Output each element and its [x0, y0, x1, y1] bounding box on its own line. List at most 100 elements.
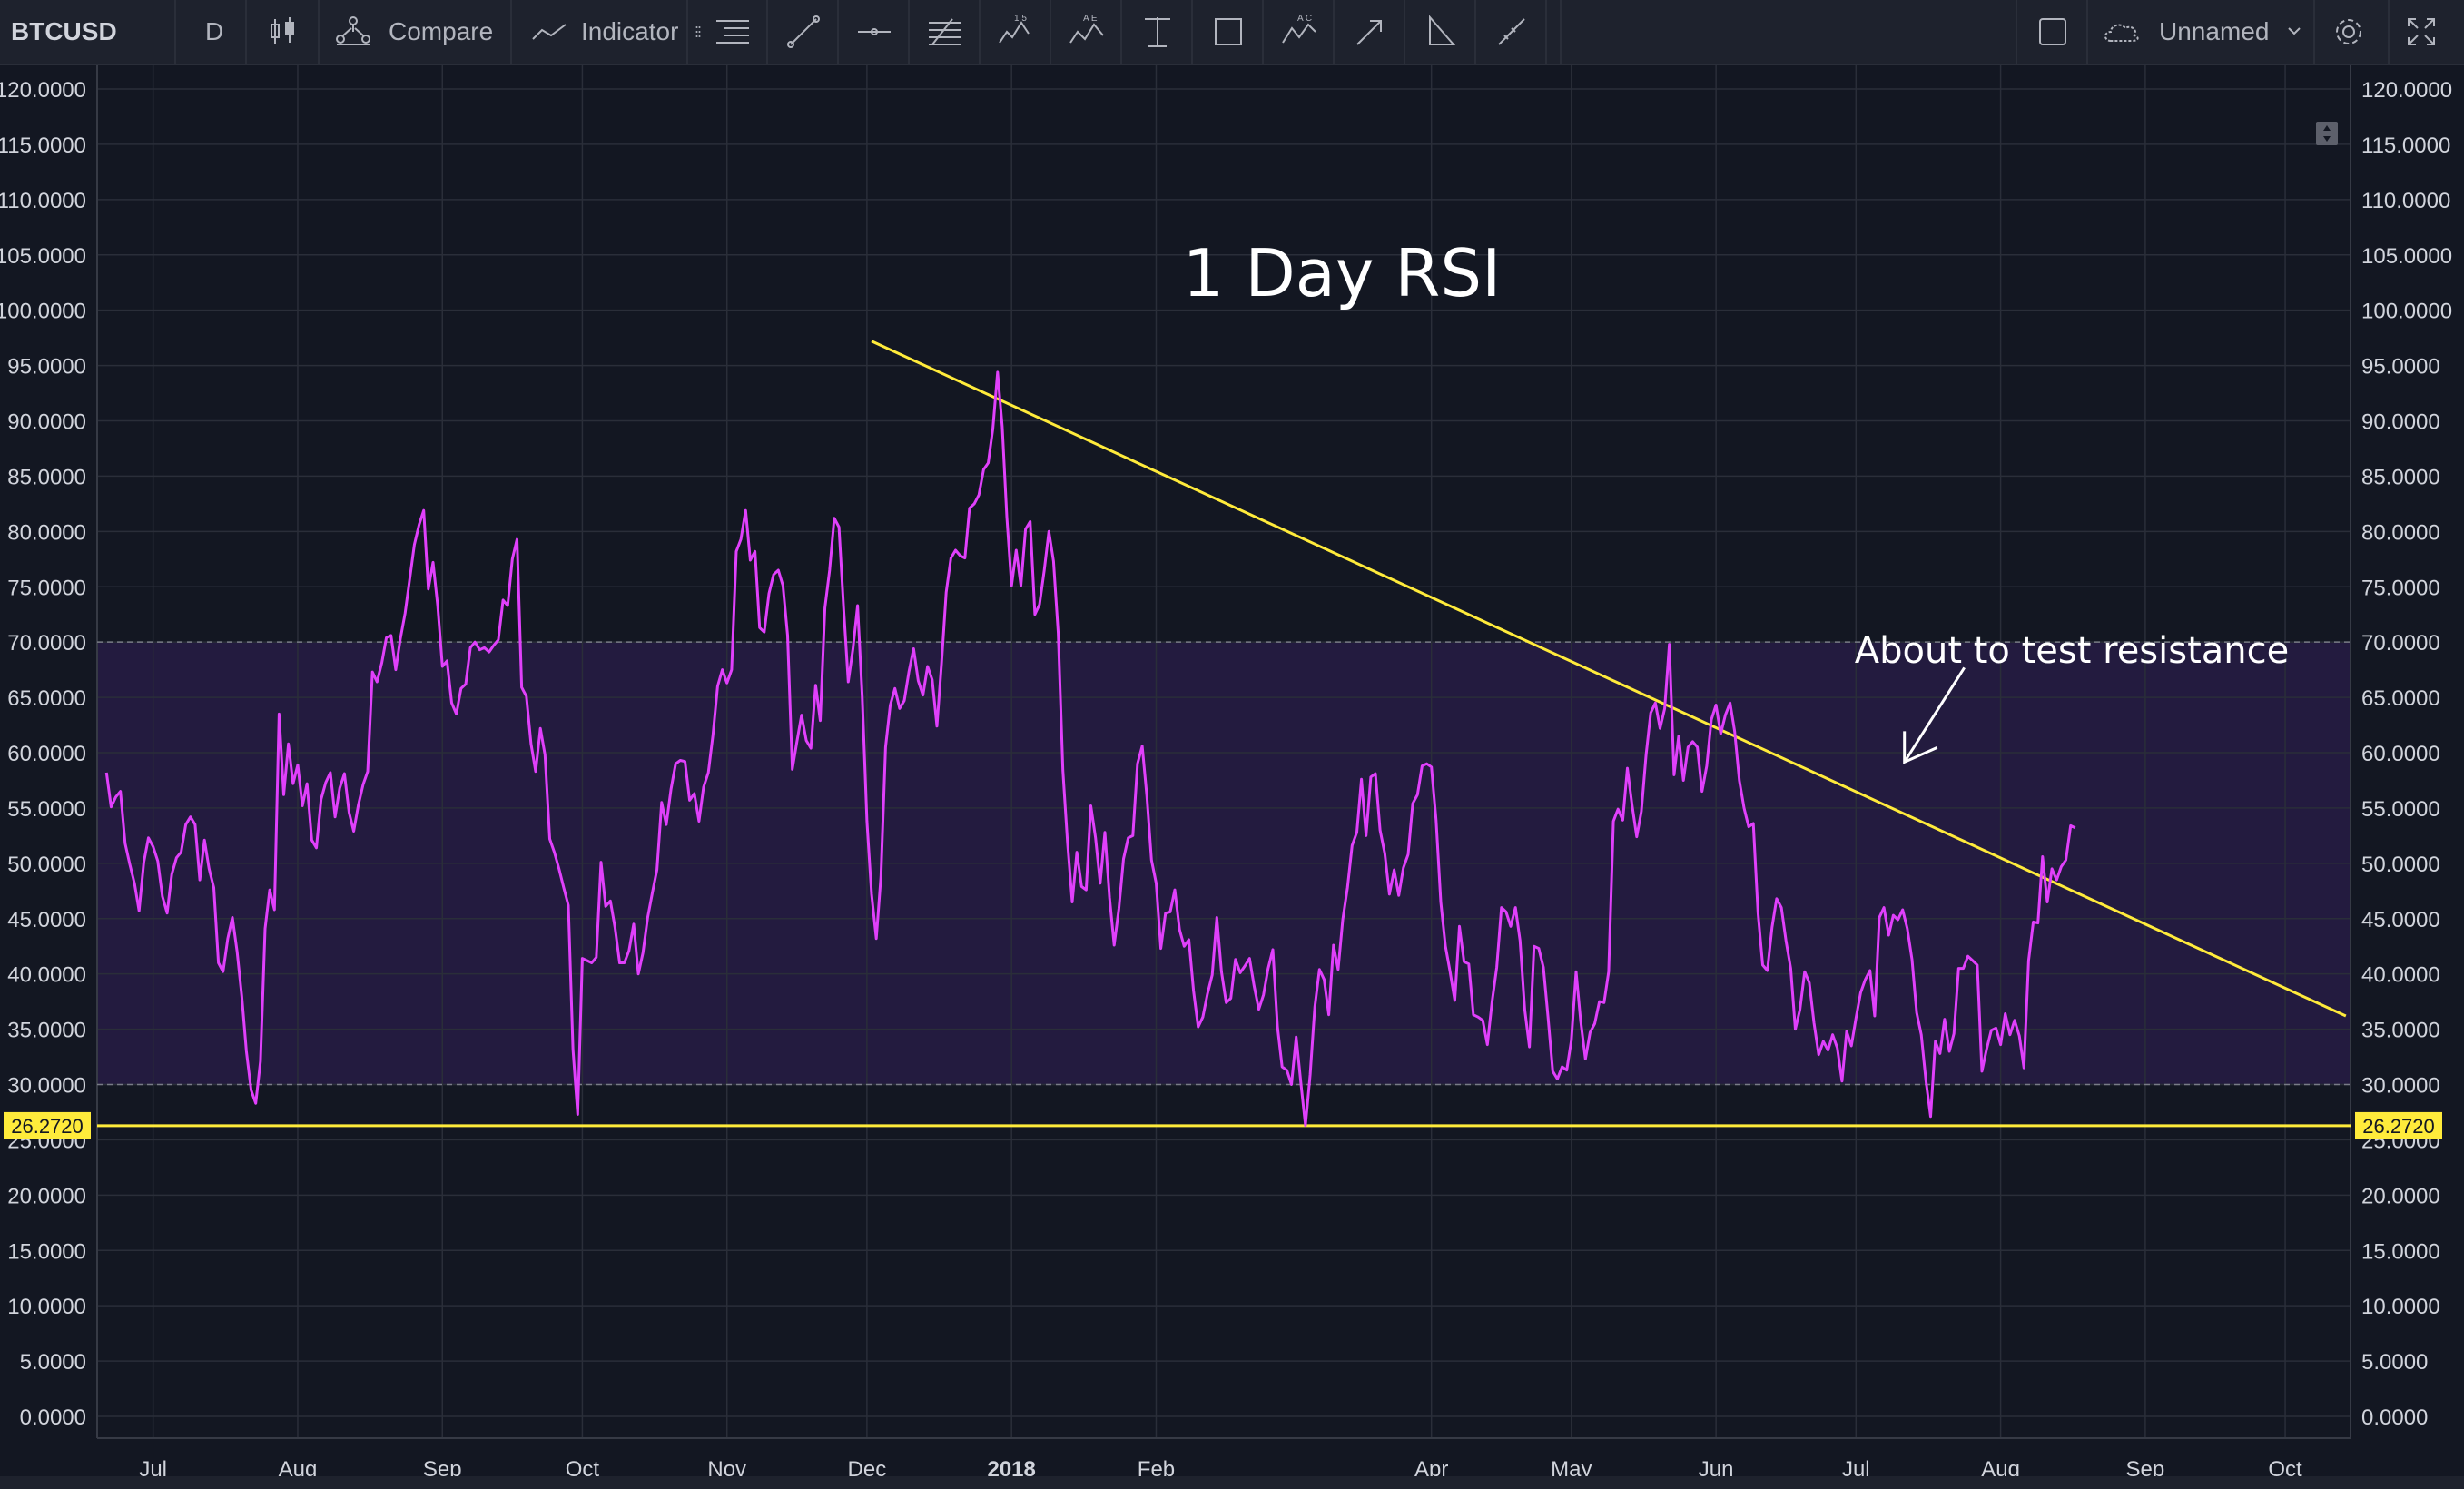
expand-icon — [2408, 18, 2435, 45]
y-tick-label-right: 120.0000 — [2361, 78, 2452, 103]
interval-button[interactable]: D — [205, 0, 223, 64]
toolbar-divider — [1191, 0, 1193, 64]
toolbar-divider — [837, 0, 839, 64]
toolbar-divider — [1333, 0, 1335, 64]
elliott-wave-icon[interactable]: 1 5 — [991, 7, 1040, 56]
fullscreen-button[interactable] — [2397, 7, 2446, 56]
svg-text:1 5: 1 5 — [1014, 14, 1027, 24]
toolbar-divider — [510, 0, 512, 64]
y-tick-label-right: 95.0000 — [2361, 355, 2440, 380]
y-tick-label-left: 35.0000 — [7, 1019, 86, 1043]
y-tick-label-right: 30.0000 — [2361, 1074, 2440, 1099]
y-tick-label-right: 55.0000 — [2361, 797, 2440, 822]
y-tick-label-left: 110.0000 — [0, 189, 86, 213]
drag-handle-icon — [688, 7, 708, 56]
horizontal-ray-icon[interactable] — [850, 7, 899, 56]
y-tick-label-right: 65.0000 — [2361, 686, 2440, 711]
toolbar-divider — [1262, 0, 1264, 64]
toolbar-divider — [2313, 0, 2315, 64]
y-tick-label-right: 105.0000 — [2361, 244, 2452, 269]
rectangle-icon[interactable] — [1204, 7, 1253, 56]
y-tick-label-left: 10.0000 — [7, 1295, 86, 1319]
y-tick-label-left: 120.0000 — [0, 78, 86, 103]
angle-icon[interactable] — [1416, 7, 1465, 56]
measure-icon[interactable] — [1487, 7, 1536, 56]
y-tick-label-right: 75.0000 — [2361, 576, 2440, 600]
fullscreen-chart-toggle[interactable] — [2028, 7, 2077, 56]
chart-type-button[interactable] — [258, 7, 307, 56]
arrow-icon[interactable] — [1345, 7, 1395, 56]
abcd-pattern-icon[interactable]: A C — [1275, 7, 1324, 56]
svg-text:A C: A C — [1297, 14, 1312, 24]
y-tick-label-left: 80.0000 — [7, 520, 86, 545]
y-tick-label-right: 45.0000 — [2361, 908, 2440, 932]
compare-icon — [329, 7, 378, 56]
y-tick-label-left: 30.0000 — [7, 1074, 86, 1099]
trend-line-icon[interactable] — [779, 7, 828, 56]
symbol-search-button[interactable]: BTCUSD — [11, 0, 117, 64]
scale-toggle-box — [2316, 122, 2338, 145]
y-tick-label-left: 75.0000 — [7, 576, 86, 600]
y-tick-label-left: 115.0000 — [0, 133, 86, 158]
toolbar-divider — [2086, 0, 2088, 64]
y-tick-label-right: 5.0000 — [2361, 1350, 2428, 1375]
square-icon — [2039, 18, 2066, 45]
toolbar-divider — [318, 0, 320, 64]
y-tick-label-left: 55.0000 — [7, 797, 86, 822]
compare-button[interactable]: Compare — [389, 0, 493, 64]
indicator-icon — [525, 7, 574, 56]
toolbar-divider — [1474, 0, 1476, 64]
y-tick-label-right: 40.0000 — [2361, 963, 2440, 988]
toolbar-divider — [2388, 0, 2390, 64]
xabcd-pattern-icon[interactable]: A E — [1062, 7, 1111, 56]
y-tick-label-right: 115.0000 — [2361, 133, 2450, 158]
y-tick-label-right: 70.0000 — [2361, 631, 2440, 656]
support-price-label-left: 26.2720 — [11, 1115, 84, 1138]
toolbar-divider — [1050, 0, 1051, 64]
gear-icon — [2336, 19, 2361, 44]
toolbar-divider — [1120, 0, 1122, 64]
bottom-strip — [0, 1476, 2464, 1489]
y-tick-label-right: 15.0000 — [2361, 1239, 2440, 1264]
y-tick-label-right: 10.0000 — [2361, 1295, 2440, 1319]
y-tick-label-left: 20.0000 — [7, 1184, 86, 1208]
y-tick-label-left: 85.0000 — [7, 465, 86, 489]
toolbar-divider — [908, 0, 910, 64]
horizontal-lines-icon[interactable] — [708, 7, 757, 56]
y-tick-label-left: 70.0000 — [7, 631, 86, 656]
y-tick-label-right: 100.0000 — [2361, 300, 2452, 324]
settings-button[interactable] — [2324, 7, 2373, 56]
svg-text:A E: A E — [1083, 14, 1098, 24]
indicators-button[interactable]: Indicator — [581, 0, 678, 64]
y-tick-label-left: 60.0000 — [7, 742, 86, 766]
y-tick-label-right: 60.0000 — [2361, 742, 2440, 766]
y-tick-label-left: 5.0000 — [20, 1350, 86, 1375]
fib-retracement-icon[interactable] — [921, 7, 970, 56]
y-tick-label-left: 50.0000 — [7, 853, 86, 877]
support-price-label-right: 26.2720 — [2362, 1115, 2435, 1138]
toolbar-divider — [174, 0, 176, 64]
y-tick-label-left: 65.0000 — [7, 686, 86, 711]
y-tick-label-left: 45.0000 — [7, 908, 86, 932]
y-tick-label-left: 95.0000 — [7, 355, 86, 380]
toolbar-divider — [979, 0, 981, 64]
y-tick-label-left: 15.0000 — [7, 1239, 86, 1264]
y-tick-label-right: 90.0000 — [2361, 410, 2440, 435]
y-tick-label-left: 40.0000 — [7, 963, 86, 988]
y-tick-label-left: 100.0000 — [0, 300, 86, 324]
y-tick-label-right: 35.0000 — [2361, 1019, 2440, 1043]
y-tick-label-left: 90.0000 — [7, 410, 86, 435]
candlestick-icon — [271, 17, 294, 44]
layout-name-button[interactable]: Unnamed — [2159, 0, 2269, 64]
drawing-toolbar: 1 5 A E A C — [686, 0, 1562, 65]
chevron-down-icon[interactable] — [2270, 7, 2319, 56]
y-tick-label-right: 80.0000 — [2361, 520, 2440, 545]
toolbar-divider — [245, 0, 247, 64]
toolbar-divider — [2016, 0, 2017, 64]
cloud-icon — [2097, 7, 2146, 56]
y-tick-label-right: 0.0000 — [2361, 1405, 2428, 1430]
y-tick-label-right: 20.0000 — [2361, 1184, 2440, 1208]
y-tick-label-right: 110.0000 — [2361, 189, 2450, 213]
chart-title: 1 Day RSI — [1183, 235, 1502, 311]
text-cursor-icon[interactable] — [1133, 7, 1182, 56]
